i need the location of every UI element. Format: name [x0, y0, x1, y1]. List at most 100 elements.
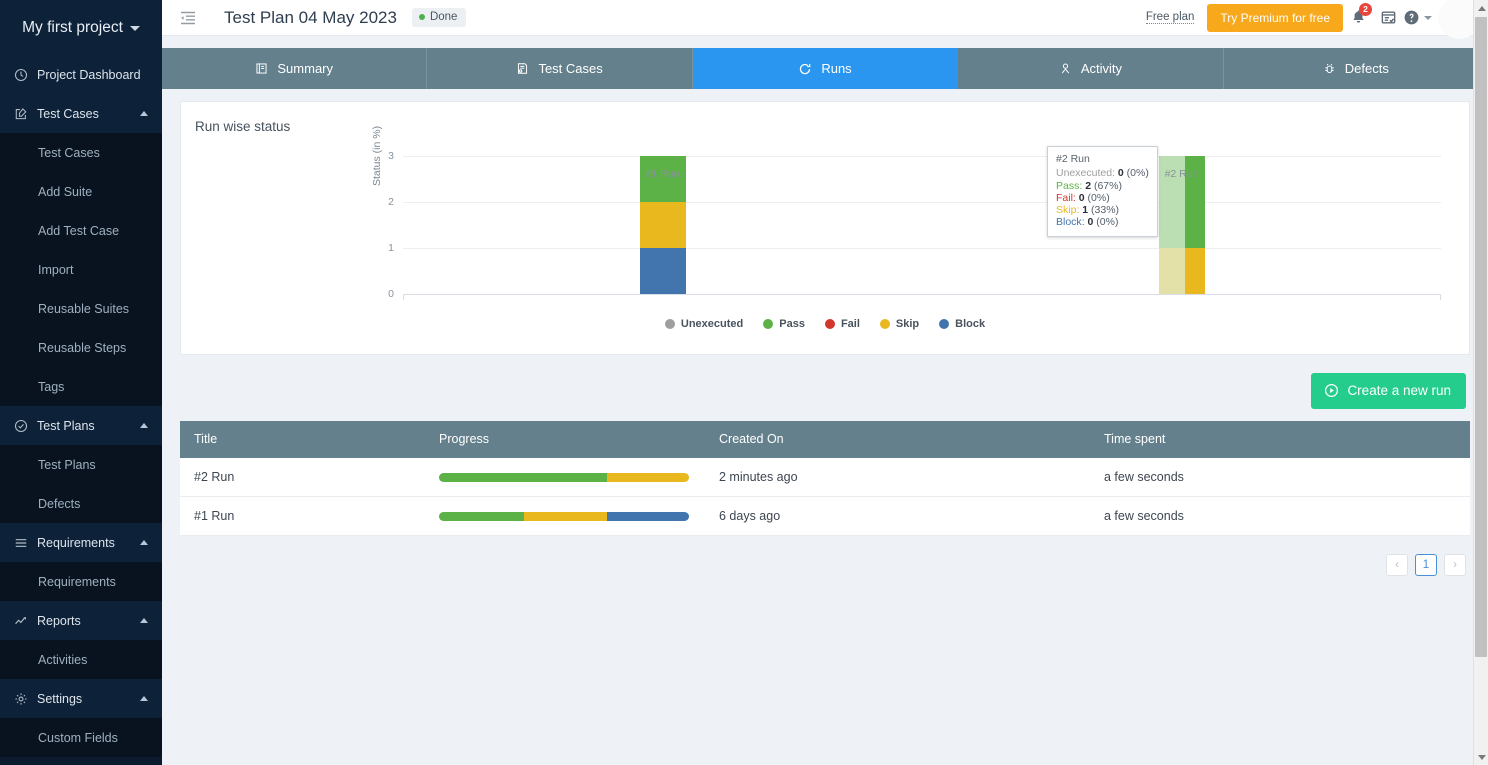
- sidebar-item-label: Requirements: [37, 536, 115, 550]
- test-cases-icon: [516, 62, 529, 75]
- legend-label: Pass: [779, 318, 805, 330]
- column-header-created-on[interactable]: Created On: [705, 421, 1090, 458]
- tab-activity[interactable]: Activity: [958, 48, 1223, 89]
- sidebar-item-settings[interactable]: Settings: [0, 679, 162, 718]
- sidebar-subitem-reusable-suites[interactable]: Reusable Suites: [0, 289, 162, 328]
- summary-icon: [255, 62, 268, 75]
- refresh-icon: [798, 62, 812, 76]
- status-badge: Done: [412, 8, 467, 27]
- try-premium-button[interactable]: Try Premium for free: [1207, 4, 1343, 32]
- action-row: Create a new run: [162, 355, 1488, 409]
- sidebar-subitem-test-plans[interactable]: Test Plans: [0, 445, 162, 484]
- sidebar-item-label: Test Plans: [37, 419, 95, 433]
- sidebar-subitem-label: Import: [38, 263, 73, 277]
- sidebar-item-label: Test Cases: [37, 107, 99, 121]
- run-wise-status-chart: Status (in %) 3 2 1 0: [181, 146, 1469, 346]
- sidebar-item-reports[interactable]: Reports: [0, 601, 162, 640]
- legend-swatch-icon: [880, 319, 890, 329]
- sidebar-subitem-add-test-case[interactable]: Add Test Case: [0, 211, 162, 250]
- top-bar: Test Plan 04 May 2023 Done Free plan Try…: [162, 0, 1488, 36]
- sidebar-subitem-label: Test Cases: [38, 146, 100, 160]
- tab-test-cases[interactable]: Test Cases: [427, 48, 692, 89]
- sidebar-subitem-test-cases[interactable]: Test Cases: [0, 133, 162, 172]
- legend-swatch-icon: [763, 319, 773, 329]
- sidebar-subitem-label: Add Suite: [38, 185, 92, 199]
- main-content: Test Plan 04 May 2023 Done Free plan Try…: [162, 0, 1488, 765]
- legend-label: Unexecuted: [681, 318, 743, 330]
- tab-bar: Summary Test Cases Runs Activity Defects: [162, 48, 1488, 89]
- dashboard-icon: [14, 68, 28, 82]
- table-row[interactable]: #1 Run 6 days ago a few seconds: [180, 497, 1470, 536]
- help-button[interactable]: [1403, 3, 1432, 33]
- sidebar-subitem-import[interactable]: Import: [0, 250, 162, 289]
- tooltip-label: Pass: [1056, 180, 1079, 192]
- progress-segment-pass: [439, 473, 607, 482]
- column-header-title[interactable]: Title: [180, 421, 425, 458]
- sidebar-item-project-dashboard[interactable]: Project Dashboard: [0, 55, 162, 94]
- tooltip-row-unexecuted: Unexecuted: 0 (0%): [1056, 167, 1149, 179]
- sidebar-item-label: Settings: [37, 692, 82, 706]
- column-header-progress[interactable]: Progress: [425, 421, 705, 458]
- pagination-prev-button[interactable]: ‹: [1386, 554, 1408, 576]
- sidebar-subitem-custom-fields[interactable]: Custom Fields: [0, 718, 162, 757]
- legend-item-unexecuted[interactable]: Unexecuted: [665, 318, 743, 330]
- sidebar-subitem-reusable-steps[interactable]: Reusable Steps: [0, 328, 162, 367]
- legend-item-fail[interactable]: Fail: [825, 318, 860, 330]
- pagination-page-1[interactable]: 1: [1415, 554, 1437, 576]
- column-header-time-spent[interactable]: Time spent: [1090, 421, 1470, 458]
- sidebar-item-test-cases[interactable]: Test Cases: [0, 94, 162, 133]
- sidebar-subitem-requirements[interactable]: Requirements: [0, 562, 162, 601]
- table-header-row: Title Progress Created On Time spent: [180, 421, 1470, 458]
- legend-item-pass[interactable]: Pass: [763, 318, 805, 330]
- sidebar-subitem-activities[interactable]: Activities: [0, 640, 162, 679]
- sidebar-item-label: Reports: [37, 614, 81, 628]
- sidebar-subitem-tags[interactable]: Tags: [0, 367, 162, 406]
- status-label: Done: [430, 11, 458, 23]
- notifications-button[interactable]: 2: [1343, 3, 1373, 33]
- sidebar-subitem-add-suite[interactable]: Add Suite: [0, 172, 162, 211]
- chevron-down-icon: [130, 26, 140, 31]
- sidebar-item-test-plans[interactable]: Test Plans: [0, 406, 162, 445]
- cell-created-on: 2 minutes ago: [705, 458, 1090, 497]
- legend-label: Block: [955, 318, 985, 330]
- tab-summary[interactable]: Summary: [162, 48, 427, 89]
- scroll-up-arrow-icon[interactable]: [1474, 0, 1488, 16]
- chart-y-tick: 3: [388, 150, 394, 162]
- tab-label: Activity: [1081, 61, 1122, 76]
- pagination: ‹ 1 ›: [162, 536, 1488, 576]
- bar-segment-block: [640, 248, 686, 294]
- run-wise-status-card: Run wise status Status (in %) 3 2 1 0: [180, 101, 1470, 355]
- legend-item-block[interactable]: Block: [939, 318, 985, 330]
- collapse-sidebar-icon[interactable]: [178, 8, 198, 28]
- sidebar-subitem-label: Add Test Case: [38, 224, 119, 238]
- sidebar-item-requirements[interactable]: Requirements: [0, 523, 162, 562]
- chart-y-tick: 1: [388, 242, 394, 254]
- vertical-scrollbar[interactable]: [1473, 0, 1488, 765]
- project-switcher[interactable]: My first project: [0, 0, 162, 55]
- legend-item-skip[interactable]: Skip: [880, 318, 919, 330]
- gridline: [403, 156, 1441, 157]
- tab-label: Test Cases: [538, 61, 602, 76]
- cell-title: #1 Run: [180, 497, 425, 536]
- sidebar-subitem-label: Requirements: [38, 575, 116, 589]
- create-new-run-button[interactable]: Create a new run: [1311, 373, 1466, 409]
- tooltip-label: Block: [1056, 216, 1082, 228]
- help-circle-icon: [1403, 9, 1420, 26]
- cell-time-spent: a few seconds: [1090, 497, 1470, 536]
- pagination-next-button[interactable]: ›: [1444, 554, 1466, 576]
- scroll-down-arrow-icon[interactable]: [1474, 749, 1488, 765]
- axis-tick: [1440, 295, 1441, 300]
- free-plan-link[interactable]: Free plan: [1146, 11, 1195, 24]
- tab-runs[interactable]: Runs: [693, 48, 958, 89]
- gridline: [403, 202, 1441, 203]
- sidebar-subitem-defects[interactable]: Defects: [0, 484, 162, 523]
- legend-label: Skip: [896, 318, 919, 330]
- task-list-button[interactable]: [1373, 3, 1403, 33]
- scrollbar-thumb[interactable]: [1475, 17, 1487, 657]
- table-row[interactable]: #2 Run 2 minutes ago a few seconds: [180, 458, 1470, 497]
- chart-legend: Unexecuted Pass Fail Skip: [181, 318, 1469, 330]
- create-new-run-label: Create a new run: [1347, 383, 1451, 398]
- gear-icon: [14, 692, 28, 706]
- tab-defects[interactable]: Defects: [1224, 48, 1488, 89]
- tooltip-percent: (0%): [1127, 167, 1149, 179]
